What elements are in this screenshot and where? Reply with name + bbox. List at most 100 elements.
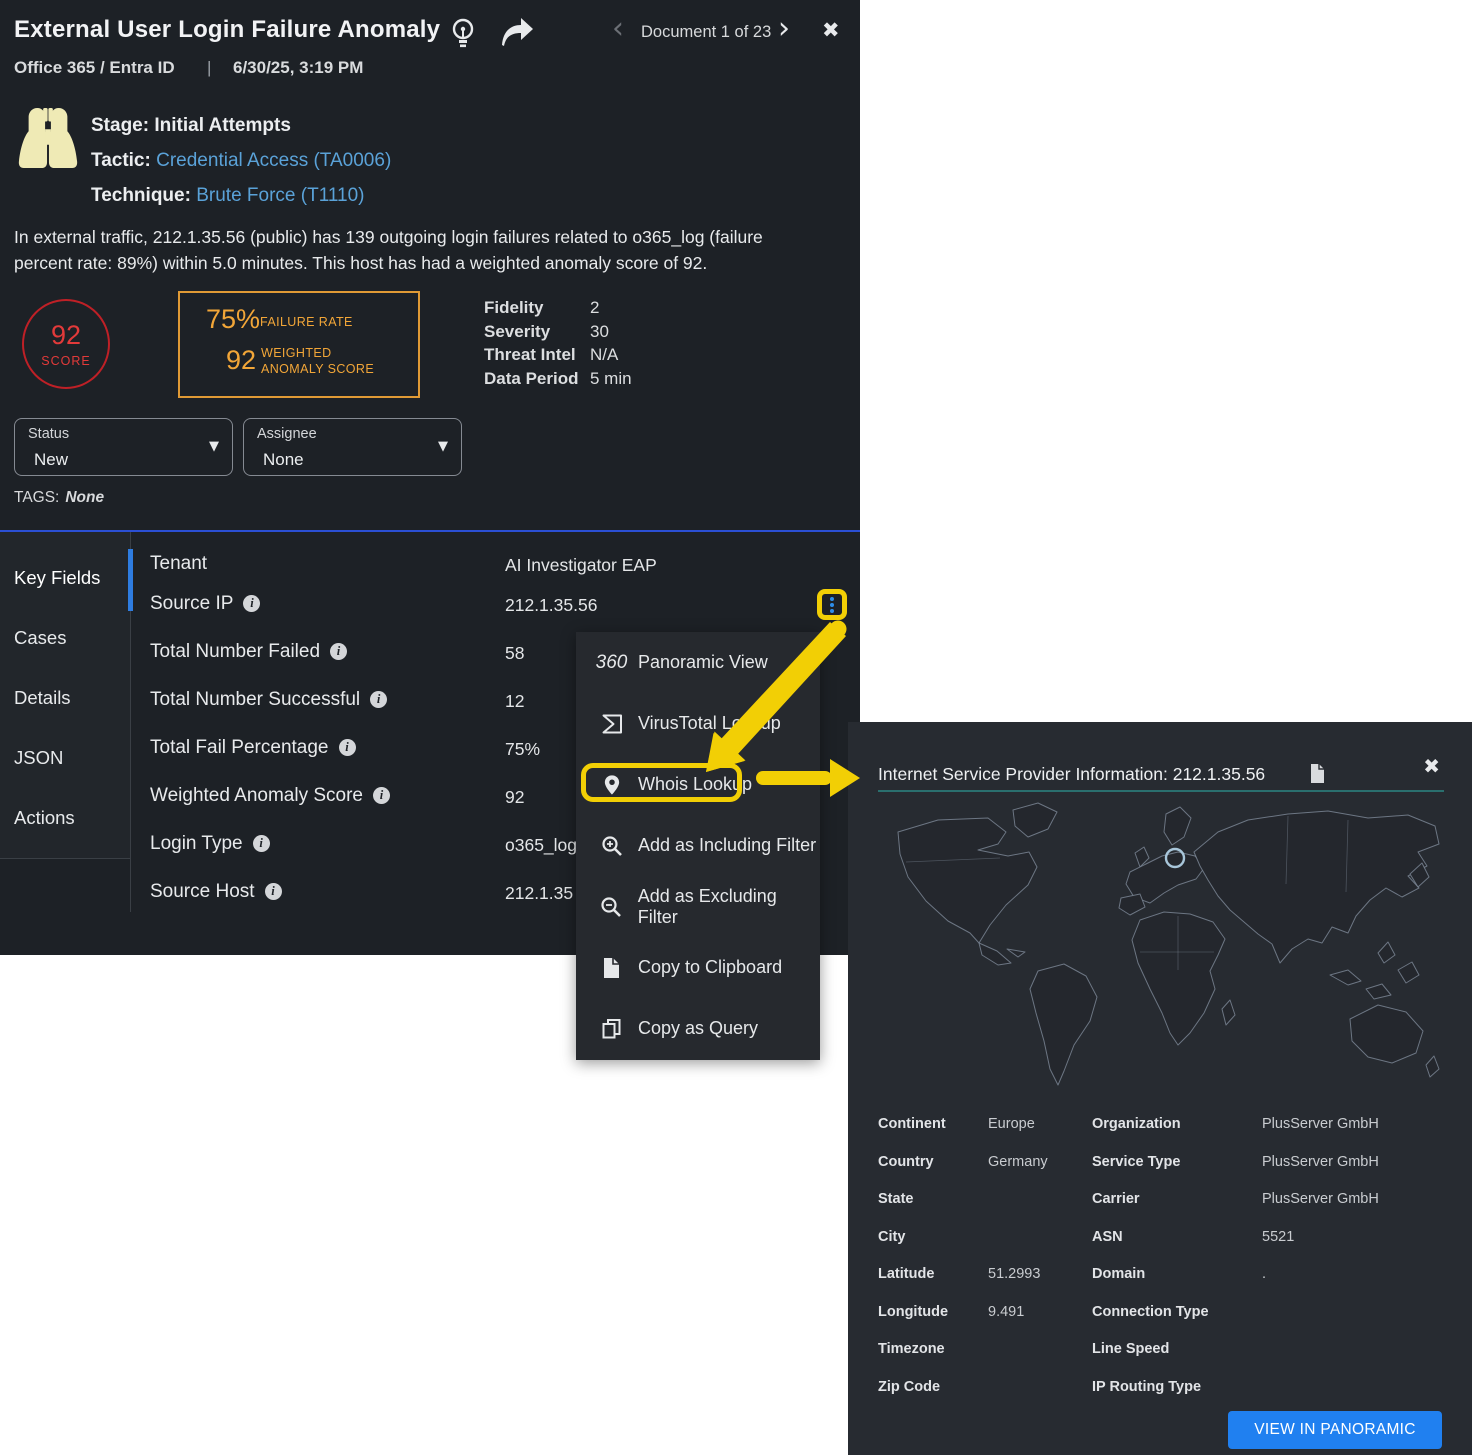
stat-value: 5 min [590, 369, 632, 393]
info-icon[interactable]: i [243, 595, 260, 612]
360-icon: 360 [598, 652, 625, 674]
score-badge: 92 SCORE [22, 299, 110, 389]
zoom-out-icon [598, 895, 625, 919]
info-icon[interactable]: i [265, 883, 282, 900]
menu-item-add-excluding-filter[interactable]: Add as Excluding Filter [576, 876, 820, 937]
stat-label: Threat Intel [484, 345, 590, 369]
isp-value: Germany [988, 1154, 1048, 1170]
sidebar-bottom-border [0, 858, 130, 859]
world-map [878, 792, 1444, 1104]
zoom-in-icon [598, 834, 625, 858]
event-source: Office 365 / Entra ID [14, 58, 175, 78]
stat-value: 30 [590, 322, 609, 346]
status-dropdown[interactable]: Status New ▼ [14, 418, 233, 476]
doc-nav-label: Document 1 of 23 [641, 23, 771, 42]
field-value-total-successful: 12 [505, 691, 524, 712]
copy-icon[interactable] [1307, 762, 1327, 785]
lightbulb-icon[interactable] [449, 17, 477, 51]
field-value-tenant: AI Investigator EAP [505, 555, 657, 576]
metrics-box: 75% FAILURE RATE 92 WEIGHTED ANOMALY SCO… [178, 291, 420, 398]
isp-label: State [878, 1191, 913, 1207]
tags-row: TAGS: None [14, 489, 104, 507]
isp-label: IP Routing Type [1092, 1379, 1201, 1395]
field-label-source-host: Source Hosti [150, 881, 282, 903]
assignee-dropdown[interactable]: Assignee None ▼ [243, 418, 462, 476]
isp-label: Latitude [878, 1266, 934, 1282]
info-icon[interactable]: i [330, 643, 347, 660]
field-value-weighted-score: 92 [505, 787, 524, 808]
sidebar-item-cases[interactable]: Cases [14, 627, 66, 649]
field-value-source-host: 212.1.35 [505, 883, 573, 904]
close-icon[interactable]: ✖ [1423, 756, 1440, 776]
assignee-dropdown-value: None [263, 450, 304, 470]
sidebar-item-json[interactable]: JSON [14, 747, 63, 769]
tactic-link[interactable]: Credential Access (TA0006) [156, 150, 391, 171]
technique-label: Technique: [91, 185, 191, 206]
stage-label: Stage: [91, 115, 149, 136]
assignee-dropdown-label: Assignee [257, 426, 317, 442]
isp-label: Continent [878, 1116, 946, 1132]
close-icon[interactable]: ✖ [822, 20, 840, 41]
stat-value: 2 [590, 298, 599, 322]
tags-value: None [65, 489, 104, 506]
isp-info-panel: Internet Service Provider Information: 2… [848, 722, 1472, 1455]
stat-value: N/A [590, 345, 618, 369]
virustotal-icon [598, 712, 625, 736]
sidebar-item-key-fields[interactable]: Key Fields [14, 567, 100, 589]
menu-item-virustotal-lookup[interactable]: VirusTotal Lookup [576, 693, 820, 754]
event-timestamp: 6/30/25, 3:19 PM [233, 58, 363, 78]
status-dropdown-value: New [34, 450, 68, 470]
screen: External User Login Failure Anomaly ‹ Do… [0, 0, 1472, 1455]
tactic-label: Tactic: [91, 150, 151, 171]
info-icon[interactable]: i [370, 691, 387, 708]
menu-item-copy-as-query[interactable]: Copy as Query [576, 998, 820, 1059]
share-icon[interactable] [498, 16, 536, 48]
isp-label: Connection Type [1092, 1304, 1209, 1320]
field-value-login-type: o365_log [505, 835, 577, 856]
menu-item-add-including-filter[interactable]: Add as Including Filter [576, 815, 820, 876]
tags-label: TAGS: [14, 489, 59, 506]
anomaly-description: In external traffic, 212.1.35.56 (public… [14, 224, 809, 276]
isp-label: Timezone [878, 1341, 945, 1357]
kebab-dots-icon [830, 597, 834, 613]
isp-value: 9.491 [988, 1304, 1024, 1320]
isp-value: PlusServer GmbH [1262, 1191, 1379, 1207]
isp-label: Carrier [1092, 1191, 1140, 1207]
sidebar-active-indicator [128, 549, 133, 611]
sidebar-item-actions[interactable]: Actions [14, 807, 75, 829]
caret-down-icon: ▼ [209, 440, 219, 453]
isp-label: Line Speed [1092, 1341, 1169, 1357]
info-icon[interactable]: i [373, 787, 390, 804]
chevron-left-icon[interactable]: ‹ [612, 15, 624, 43]
info-icon[interactable]: i [339, 739, 356, 756]
isp-value: PlusServer GmbH [1262, 1154, 1379, 1170]
technique-link[interactable]: Brute Force (T1110) [196, 185, 364, 206]
field-value-source-ip: 212.1.35.56 [505, 595, 597, 616]
view-in-panoramic-button[interactable]: VIEW IN PANORAMIC [1228, 1411, 1442, 1449]
field-label-tenant: Tenant [150, 553, 207, 575]
stats-block: Fidelity2 Severity30 Threat IntelN/A Dat… [484, 298, 632, 392]
info-icon[interactable]: i [253, 835, 270, 852]
isp-label: Longitude [878, 1304, 948, 1320]
menu-item-copy-to-clipboard[interactable]: Copy to Clipboard [576, 937, 820, 998]
context-menu: 360 Panoramic View VirusTotal Lookup Who… [576, 632, 820, 1060]
isp-label: Service Type [1092, 1154, 1180, 1170]
isp-panel-title: Internet Service Provider Information: 2… [878, 764, 1265, 785]
weighted-score-label: WEIGHTED ANOMALY SCORE [261, 345, 393, 377]
sidebar-item-details[interactable]: Details [14, 687, 71, 709]
kebab-menu-button[interactable] [817, 589, 847, 620]
field-label-source-ip: Source IPi [150, 593, 260, 615]
clipboard-icon [598, 956, 625, 980]
isp-label: City [878, 1229, 905, 1245]
copy-icon [598, 1017, 625, 1041]
field-label-fail-percentage: Total Fail Percentagei [150, 737, 356, 759]
menu-item-panoramic-view[interactable]: 360 Panoramic View [576, 632, 820, 693]
stage-value: Initial Attempts [154, 115, 291, 136]
chevron-right-icon[interactable]: › [778, 15, 790, 43]
caret-down-icon: ▼ [438, 440, 448, 453]
page-title: External User Login Failure Anomaly [14, 16, 440, 44]
isp-label: Domain [1092, 1266, 1145, 1282]
isp-value: 5521 [1262, 1229, 1294, 1245]
binoculars-icon [17, 102, 79, 172]
score-label: SCORE [41, 354, 90, 368]
